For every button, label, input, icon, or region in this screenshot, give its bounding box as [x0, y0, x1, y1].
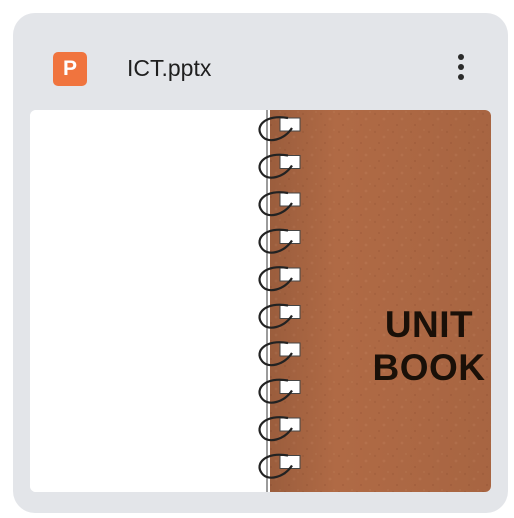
file-name[interactable]: ICT.pptx — [127, 53, 211, 83]
cover-title: UNIT BOOK — [368, 303, 490, 389]
more-options-button[interactable] — [443, 43, 479, 91]
powerpoint-icon: P — [53, 52, 87, 86]
file-card-header: P ICT.pptx — [13, 13, 508, 111]
cover-title-line: BOOK — [372, 347, 486, 388]
file-card[interactable]: P ICT.pptx UNIT BOOK — [13, 13, 508, 513]
unit-book-notebook-image — [30, 110, 491, 492]
file-thumbnail[interactable]: UNIT BOOK — [30, 110, 491, 492]
more-vertical-icon — [458, 54, 464, 60]
cover-title-line: UNIT — [384, 304, 474, 345]
